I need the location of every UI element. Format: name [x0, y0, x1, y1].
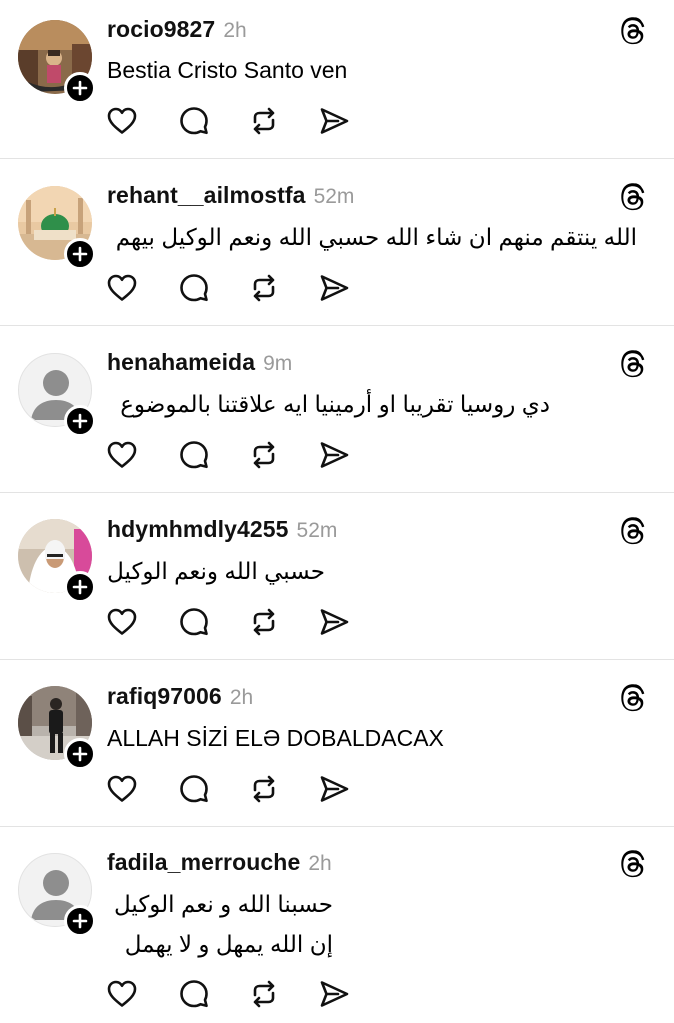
- follow-button[interactable]: [64, 72, 96, 104]
- avatar[interactable]: [18, 519, 96, 603]
- send-icon[interactable]: [318, 606, 350, 638]
- post-item[interactable]: hdymhmdly4255 52m حسبي الله ونعم الوكيل: [0, 493, 674, 659]
- plus-icon: [72, 80, 88, 96]
- heart-icon[interactable]: [106, 439, 138, 471]
- post-text-line: حسبنا الله و نعم الوكيل: [113, 891, 333, 917]
- avatar[interactable]: [18, 353, 96, 437]
- follow-button[interactable]: [64, 571, 96, 603]
- post-timestamp: 52m: [313, 185, 355, 208]
- plus-icon: [72, 579, 88, 595]
- post-header: rafiq97006 2h: [107, 683, 253, 717]
- comment-icon[interactable]: [178, 105, 210, 137]
- follow-button[interactable]: [64, 238, 96, 270]
- comment-icon[interactable]: [178, 606, 210, 638]
- repost-icon[interactable]: [248, 272, 280, 304]
- heart-icon[interactable]: [106, 978, 138, 1010]
- post-header: henahameida 9m: [107, 349, 292, 383]
- post-timestamp: 2h: [308, 852, 332, 875]
- post-item[interactable]: fadila_merrouche 2h حسبنا الله و نعم الو…: [0, 827, 674, 1023]
- threads-logo-icon[interactable]: [618, 683, 650, 715]
- threads-logo-icon[interactable]: [618, 516, 650, 548]
- username-link[interactable]: rehant__ailmostfa: [107, 182, 306, 209]
- post-text: الله ينتقم منهم ان شاء الله حسبي الله ون…: [115, 224, 637, 250]
- username-link[interactable]: fadila_merrouche: [107, 849, 300, 876]
- post-timestamp: 52m: [296, 519, 338, 542]
- comment-icon[interactable]: [178, 773, 210, 805]
- send-icon[interactable]: [318, 773, 350, 805]
- follow-button[interactable]: [64, 905, 96, 937]
- post-timestamp: 2h: [223, 19, 247, 42]
- post-text: حسبي الله ونعم الوكيل: [107, 558, 325, 584]
- repost-icon[interactable]: [248, 773, 280, 805]
- heart-icon[interactable]: [106, 272, 138, 304]
- threads-logo-icon[interactable]: [618, 349, 650, 381]
- post-header: fadila_merrouche 2h: [107, 849, 332, 883]
- follow-button[interactable]: [64, 405, 96, 437]
- avatar[interactable]: [18, 686, 96, 770]
- post-item[interactable]: rehant__ailmostfa 52m الله ينتقم منهم ان…: [0, 159, 674, 325]
- post-text: ALLAH SİZİ ELƏ DOBALDACAX: [107, 725, 444, 751]
- threads-logo-icon[interactable]: [618, 16, 650, 48]
- post-text: دي روسيا تقريبا او أرمينيا ايه علاقتنا ب…: [120, 391, 550, 417]
- send-icon[interactable]: [318, 272, 350, 304]
- username-link[interactable]: rafiq97006: [107, 683, 222, 710]
- username-link[interactable]: hdymhmdly4255: [107, 516, 289, 543]
- post-header: rehant__ailmostfa 52m: [107, 182, 354, 216]
- comment-icon[interactable]: [178, 978, 210, 1010]
- heart-icon[interactable]: [106, 105, 138, 137]
- heart-icon[interactable]: [106, 606, 138, 638]
- username-link[interactable]: henahameida: [107, 349, 255, 376]
- comment-icon[interactable]: [178, 439, 210, 471]
- post-timestamp: 9m: [263, 352, 293, 375]
- repost-icon[interactable]: [248, 439, 280, 471]
- plus-icon: [72, 746, 88, 762]
- plus-icon: [72, 246, 88, 262]
- plus-icon: [72, 413, 88, 429]
- repost-icon[interactable]: [248, 105, 280, 137]
- post-item[interactable]: henahameida 9m دي روسيا تقريبا او أرميني…: [0, 326, 674, 492]
- send-icon[interactable]: [318, 439, 350, 471]
- comment-icon[interactable]: [178, 272, 210, 304]
- avatar[interactable]: [18, 853, 96, 937]
- post-item[interactable]: rafiq97006 2h ALLAH SİZİ ELƏ DOBALDACAX: [0, 660, 674, 826]
- post-text-line: إن الله يمهل و لا يهمل: [124, 931, 333, 957]
- plus-icon: [72, 913, 88, 929]
- repost-icon[interactable]: [248, 606, 280, 638]
- heart-icon[interactable]: [106, 773, 138, 805]
- username-link[interactable]: rocio9827: [107, 16, 215, 43]
- post-item[interactable]: rocio9827 2h Bestia Cristo Santo ven: [0, 0, 674, 158]
- threads-logo-icon[interactable]: [618, 182, 650, 214]
- avatar[interactable]: [18, 186, 96, 270]
- send-icon[interactable]: [318, 978, 350, 1010]
- post-text: Bestia Cristo Santo ven: [107, 57, 348, 83]
- send-icon[interactable]: [318, 105, 350, 137]
- follow-button[interactable]: [64, 738, 96, 770]
- threads-logo-icon[interactable]: [618, 849, 650, 881]
- post-header: hdymhmdly4255 52m: [107, 516, 337, 550]
- repost-icon[interactable]: [248, 978, 280, 1010]
- post-header: rocio9827 2h: [107, 16, 247, 50]
- post-timestamp: 2h: [229, 686, 254, 709]
- avatar[interactable]: [18, 20, 96, 104]
